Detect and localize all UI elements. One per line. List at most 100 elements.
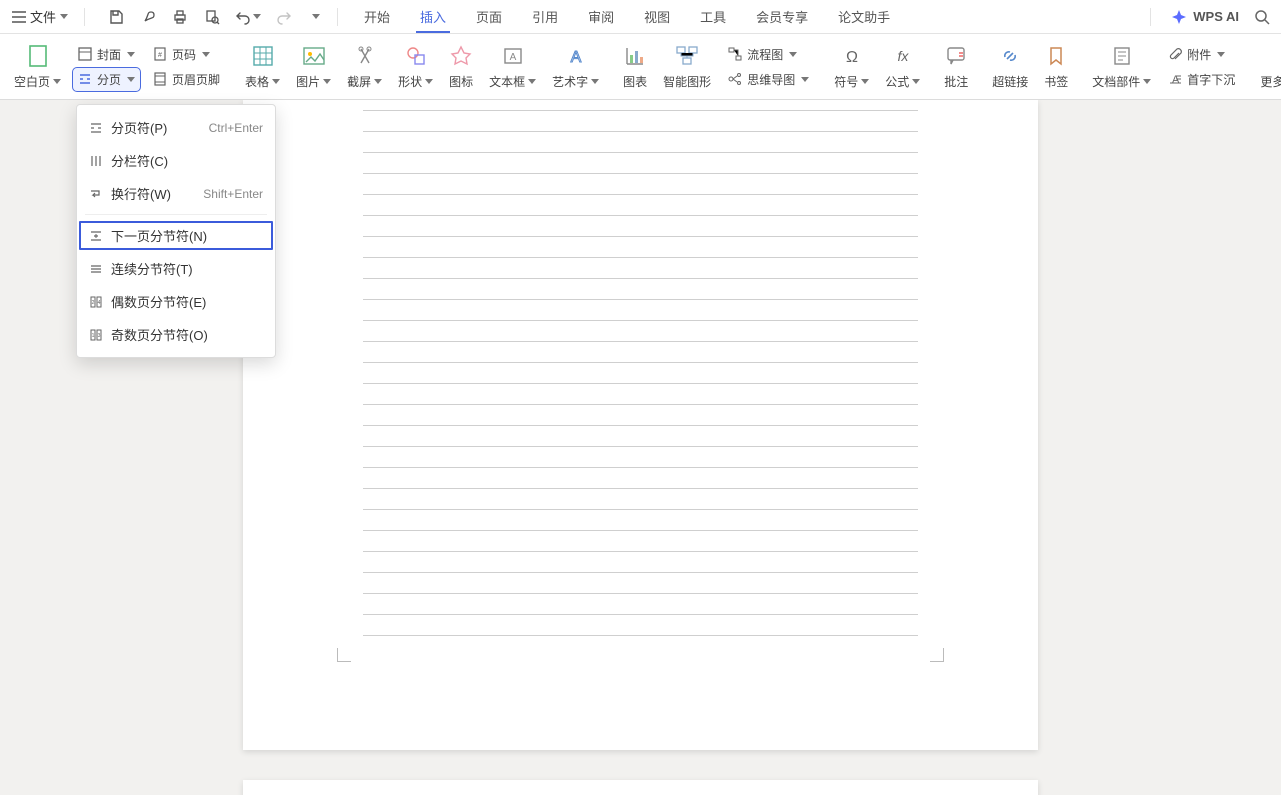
textbox-button[interactable]: A 文本框 — [481, 34, 544, 99]
tab-review[interactable]: 审阅 — [584, 1, 618, 32]
document-page[interactable] — [243, 780, 1038, 795]
label: 更多素材 — [1260, 73, 1281, 90]
doc-parts-button[interactable]: 文档部件 — [1084, 34, 1159, 99]
wps-ai-icon — [1171, 9, 1187, 25]
flowchart-button[interactable]: 流程图 — [723, 43, 814, 66]
page-break-button[interactable]: 分页 — [73, 68, 140, 91]
symbol-button[interactable]: Ω 符号 — [826, 34, 877, 99]
svg-text:2: 2 — [92, 300, 95, 306]
label: 页眉页脚 — [172, 71, 220, 88]
tab-label: 视图 — [644, 7, 670, 26]
underline-row — [363, 278, 918, 279]
page-break-icon — [89, 121, 103, 135]
chart-icon — [624, 43, 646, 69]
chart-button[interactable]: 图表 — [615, 34, 655, 99]
file-menu-button[interactable]: 文件 — [6, 3, 74, 30]
doc-parts-icon — [1111, 43, 1133, 69]
format-painter-button[interactable] — [137, 6, 159, 28]
label: 思维导图 — [747, 71, 795, 88]
label: 批注 — [944, 73, 968, 90]
chevron-down-icon — [801, 77, 809, 82]
tab-view[interactable]: 视图 — [640, 1, 674, 32]
mindmap-button[interactable]: 思维导图 — [723, 68, 814, 91]
qat-more-button[interactable] — [305, 6, 327, 28]
line-break-icon — [89, 187, 103, 201]
tab-page[interactable]: 页面 — [472, 1, 506, 32]
dd-next-page-section-break[interactable]: 下一页分节符(N) — [77, 219, 275, 252]
tab-tools[interactable]: 工具 — [696, 1, 730, 32]
header-footer-button[interactable]: 页眉页脚 — [148, 68, 225, 91]
save-button[interactable] — [105, 6, 127, 28]
print-preview-button[interactable] — [201, 6, 223, 28]
cover-button[interactable]: 封面 — [73, 43, 140, 66]
dd-page-break[interactable]: 分页符(P) Ctrl+Enter — [77, 111, 275, 144]
menubar: 文件 — [0, 0, 1281, 34]
tab-member[interactable]: 会员专享 — [752, 1, 812, 32]
blank-page-button[interactable]: 空白页 — [6, 34, 69, 99]
separator — [337, 8, 338, 26]
section-break-even-icon: 24 — [89, 295, 103, 309]
underline-row — [363, 593, 918, 594]
underline-row — [363, 152, 918, 153]
dd-line-break[interactable]: 换行符(W) Shift+Enter — [77, 177, 275, 210]
group-diagrams: 图表 智能图形 流程图 思维导图 — [615, 34, 818, 99]
label: 文档部件 — [1092, 73, 1140, 90]
table-button[interactable]: 表格 — [237, 34, 288, 99]
more-material-button[interactable]: 更多素材 — [1252, 34, 1281, 99]
drop-cap-button[interactable]: A 首字下沉 — [1163, 68, 1240, 91]
page-number-icon: # — [153, 47, 167, 61]
redo-button[interactable] — [273, 6, 295, 28]
mindmap-icon — [728, 72, 742, 86]
group-links: 超链接 书签 — [984, 34, 1076, 99]
icon-button[interactable]: 图标 — [441, 34, 481, 99]
print-button[interactable] — [169, 6, 191, 28]
screenshot-button[interactable]: 截屏 — [339, 34, 390, 99]
label: 文本框 — [489, 73, 525, 90]
hyperlink-button[interactable]: 超链接 — [984, 34, 1036, 99]
section-break-odd-icon: 13 — [89, 328, 103, 342]
dd-odd-page-section-break[interactable]: 13 奇数页分节符(O) — [77, 318, 275, 351]
page-break-dropdown: 分页符(P) Ctrl+Enter 分栏符(C) 换行符(W) Shift+En… — [76, 104, 276, 358]
svg-text:Ω: Ω — [846, 49, 858, 66]
dd-even-page-section-break[interactable]: 24 偶数页分节符(E) — [77, 285, 275, 318]
separator — [1150, 8, 1151, 26]
tab-start[interactable]: 开始 — [360, 1, 394, 32]
column-break-icon — [89, 154, 103, 168]
crop-mark — [337, 648, 351, 662]
label: 首字下沉 — [1187, 71, 1235, 88]
underline-row — [363, 131, 918, 132]
tab-paper-assistant[interactable]: 论文助手 — [834, 1, 894, 32]
wordart-button[interactable]: A 艺术字 — [544, 34, 607, 99]
bookmark-button[interactable]: 书签 — [1036, 34, 1076, 99]
label: 图片 — [296, 73, 320, 90]
tab-label: 引用 — [532, 7, 558, 26]
comment-button[interactable]: 批注 — [936, 34, 976, 99]
label: 表格 — [245, 73, 269, 90]
tab-insert[interactable]: 插入 — [416, 1, 450, 32]
svg-text:A: A — [509, 52, 516, 63]
wps-ai-button[interactable]: WPS AI — [1171, 9, 1239, 25]
underline-row — [363, 257, 918, 258]
picture-button[interactable]: 图片 — [288, 34, 339, 99]
dd-continuous-section-break[interactable]: 连续分节符(T) — [77, 252, 275, 285]
equation-button[interactable]: fx 公式 — [877, 34, 928, 99]
page-number-button[interactable]: # 页码 — [148, 43, 225, 66]
label: 封面 — [97, 46, 121, 63]
underline-row — [363, 110, 918, 111]
group-pages: 空白页 封面 分页 # 页码 页眉页脚 — [6, 34, 229, 99]
underline-row — [363, 572, 918, 573]
label: 换行符(W) — [111, 184, 171, 203]
blank-page-icon — [28, 43, 48, 69]
underline-row — [363, 614, 918, 615]
shapes-button[interactable]: 形状 — [390, 34, 441, 99]
dd-column-break[interactable]: 分栏符(C) — [77, 144, 275, 177]
attachment-button[interactable]: 附件 — [1163, 43, 1240, 66]
svg-text:A: A — [570, 49, 581, 66]
undo-button[interactable] — [233, 6, 263, 28]
underline-row — [363, 551, 918, 552]
tab-label: 会员专享 — [756, 7, 808, 26]
search-button[interactable] — [1251, 6, 1273, 28]
document-page[interactable] — [243, 100, 1038, 750]
tab-reference[interactable]: 引用 — [528, 1, 562, 32]
smartart-button[interactable]: 智能图形 — [655, 34, 719, 99]
